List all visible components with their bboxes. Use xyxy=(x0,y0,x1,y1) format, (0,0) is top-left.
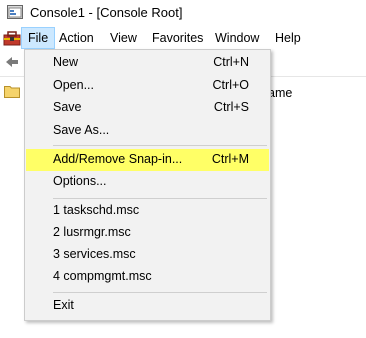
menu-item-label: 3 services.msc xyxy=(53,247,136,261)
menu-item-options[interactable]: Options... xyxy=(26,171,269,193)
menu-separator xyxy=(53,145,267,146)
menu-item-recent-4[interactable]: 4 compmgmt.msc xyxy=(26,266,269,288)
menu-item-recent-1[interactable]: 1 taskschd.msc xyxy=(26,200,269,222)
menu-item-label: 1 taskschd.msc xyxy=(53,203,140,217)
menu-item-label: Open... xyxy=(53,78,94,92)
toolbox-icon[interactable] xyxy=(3,30,21,46)
menu-separator xyxy=(53,292,267,293)
menu-item-label: New xyxy=(53,55,79,69)
menu-item-label: 4 compmgmt.msc xyxy=(53,269,152,283)
menu-item-label: 2 lusrmgr.msc xyxy=(53,225,131,239)
menu-item-shortcut: Ctrl+O xyxy=(212,78,249,92)
menu-item-exit[interactable]: Exit xyxy=(26,295,269,317)
menu-item-shortcut: Ctrl+M xyxy=(211,152,249,166)
menu-item-save-as[interactable]: Save As... xyxy=(26,120,269,142)
name-column-header[interactable]: ame xyxy=(268,86,292,100)
mmc-app-icon xyxy=(7,5,23,19)
menu-item-recent-2[interactable]: 2 lusrmgr.msc xyxy=(26,222,269,244)
menu-item-label: Exit xyxy=(53,298,74,312)
menu-item-label: Add/Remove Snap-in... xyxy=(53,152,183,166)
file-menu-dropdown: New Ctrl+N Open... Ctrl+O Save Ctrl+S Sa… xyxy=(24,49,271,321)
menu-help[interactable]: Help xyxy=(269,27,307,49)
menu-item-open[interactable]: Open... Ctrl+O xyxy=(26,75,269,97)
menu-item-label: Save xyxy=(53,100,82,114)
menu-item-label: Options... xyxy=(53,174,107,188)
menu-item-new[interactable]: New Ctrl+N xyxy=(26,52,269,74)
back-arrow-icon[interactable] xyxy=(4,54,20,70)
menu-item-add-remove-snap-in[interactable]: Add/Remove Snap-in... Ctrl+M xyxy=(26,149,269,171)
menu-favorites[interactable]: Favorites xyxy=(146,27,209,49)
menu-item-recent-3[interactable]: 3 services.msc xyxy=(26,244,269,266)
window-title: Console1 - [Console Root] xyxy=(30,5,183,20)
menu-action[interactable]: Action xyxy=(53,27,100,49)
menu-window[interactable]: Window xyxy=(209,27,265,49)
menu-bar: File Action View Favorites Window Help xyxy=(0,27,366,49)
menu-item-shortcut: Ctrl+S xyxy=(213,100,249,114)
menu-file[interactable]: File xyxy=(21,27,56,49)
menu-view[interactable]: View xyxy=(104,27,143,49)
menu-item-shortcut: Ctrl+N xyxy=(213,55,249,69)
menu-separator xyxy=(53,198,267,199)
title-bar: Console1 - [Console Root] xyxy=(0,0,366,26)
menu-item-save[interactable]: Save Ctrl+S xyxy=(26,97,269,119)
menu-item-label: Save As... xyxy=(53,123,110,137)
folder-icon[interactable] xyxy=(4,84,20,98)
